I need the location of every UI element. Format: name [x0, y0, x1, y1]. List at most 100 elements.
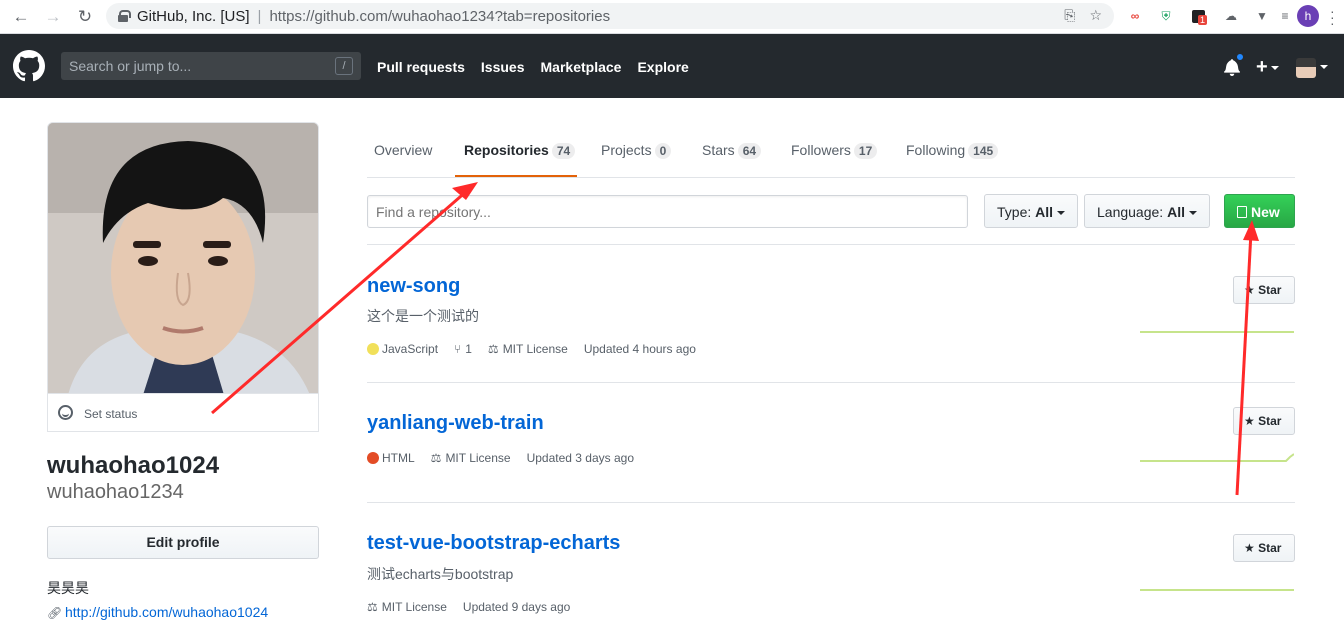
repo-meta: HTML ⚖ MIT License Updated 3 days ago	[367, 451, 650, 465]
back-arrow-icon[interactable]: ←	[10, 6, 32, 28]
profile-website: 🔗︎ http://github.com/wuhaohao1024	[47, 604, 268, 620]
tab-count: 145	[968, 143, 999, 159]
extension-infinity-icon[interactable]: ∞	[1125, 6, 1145, 26]
avatar-caret-icon	[1320, 65, 1328, 69]
search-placeholder: Search or jump to...	[69, 58, 192, 74]
divider	[367, 502, 1295, 503]
url-text[interactable]: https://github.com/wuhaohao1234?tab=repo…	[269, 8, 610, 25]
repo-license: ⚖ MIT License	[431, 451, 511, 465]
address-bar[interactable]: GitHub, Inc. [US] | https://github.com/w…	[106, 3, 1114, 29]
fork-icon: ⑂	[454, 342, 462, 356]
link-icon: 🔗︎	[47, 606, 63, 620]
language-filter-dropdown[interactable]: Language: All	[1084, 194, 1210, 228]
language-color-dot	[367, 343, 379, 355]
star-label: Star	[1258, 283, 1282, 297]
profile-username: wuhaohao1234	[47, 481, 184, 503]
github-search-input[interactable]: Search or jump to... /	[61, 52, 361, 80]
site-identity: GitHub, Inc. [US]	[137, 7, 250, 25]
caret-down-icon	[1057, 211, 1066, 216]
find-repository-input[interactable]	[367, 195, 968, 228]
license-label: MIT License	[381, 600, 447, 614]
activity-sparkline	[1140, 453, 1294, 462]
tab-count: 17	[853, 143, 878, 159]
tab-label: Stars	[702, 142, 735, 158]
profile-tabs: Overview Repositories 74 Projects 0 Stars 6…	[367, 123, 1295, 178]
repo-updated: Updated 9 days ago	[462, 600, 571, 614]
star-button[interactable]: ★ Star	[1233, 407, 1295, 435]
caret-down-icon	[1270, 65, 1279, 70]
profile-avatar[interactable]	[47, 122, 319, 394]
repo-language: JavaScript	[367, 342, 438, 356]
nav-issues[interactable]: Issues	[481, 59, 525, 75]
translate-icon[interactable]: ⎘	[1064, 7, 1075, 24]
set-status-button[interactable]: Set status	[47, 393, 319, 432]
github-header: Search or jump to... / Pull requests Iss…	[0, 34, 1344, 98]
profile-website-link[interactable]: http://github.com/wuhaohao1024	[65, 604, 268, 620]
extension-v-icon[interactable]: ▼	[1252, 6, 1272, 26]
law-scale-icon: ⚖	[367, 600, 378, 614]
create-new-menu[interactable]: +	[1256, 56, 1279, 79]
tab-count: 74	[551, 143, 576, 159]
slash-shortcut-key: /	[335, 57, 353, 75]
active-tab-indicator	[455, 175, 577, 177]
browser-toolbar: ← → ↻ GitHub, Inc. [US] | https://github…	[0, 0, 1344, 34]
nav-marketplace[interactable]: Marketplace	[541, 59, 622, 75]
repo-book-icon	[1237, 206, 1247, 218]
edit-profile-button[interactable]: Edit profile	[47, 526, 319, 559]
tab-label: Repositories	[464, 142, 549, 158]
extension-shield-icon[interactable]: ⛨	[1156, 6, 1176, 26]
github-logo-icon[interactable]	[13, 50, 45, 82]
star-label: Star	[1258, 541, 1282, 555]
type-filter-value: All	[1035, 204, 1054, 220]
tab-projects[interactable]: Projects 0	[601, 142, 672, 159]
star-button[interactable]: ★ Star	[1233, 276, 1295, 304]
browser-profile-avatar[interactable]: h	[1297, 5, 1319, 27]
repo-meta: ⚖ MIT License Updated 9 days ago	[367, 600, 586, 614]
notification-dot	[1235, 52, 1245, 62]
tab-following[interactable]: Following 145	[906, 142, 999, 159]
bookmark-star-icon[interactable]: ☆	[1089, 7, 1102, 24]
forward-arrow-icon[interactable]: →	[42, 6, 64, 28]
repo-name-link[interactable]: test-vue-bootstrap-echarts	[367, 532, 620, 555]
reload-icon[interactable]: ↻	[74, 6, 96, 28]
divider	[367, 244, 1295, 245]
new-button-label: New	[1251, 204, 1280, 220]
nav-pull-requests[interactable]: Pull requests	[377, 59, 465, 75]
nav-explore[interactable]: Explore	[637, 59, 688, 75]
extension-badge-icon[interactable]: 1	[1188, 6, 1208, 26]
repo-license: ⚖ MIT License	[488, 342, 568, 356]
language-label: JavaScript	[382, 342, 439, 356]
type-filter-dropdown[interactable]: Type: All	[984, 194, 1079, 228]
address-separator: |	[257, 7, 262, 25]
tab-count: 0	[654, 143, 672, 159]
language-filter-value: All	[1167, 204, 1185, 220]
fork-count: 1	[465, 342, 472, 356]
cloud-download-icon[interactable]: ☁	[1221, 6, 1241, 26]
repo-updated: Updated 4 hours ago	[583, 342, 696, 356]
header-nav: Pull requests Issues Marketplace Explore	[377, 59, 689, 75]
new-repository-button[interactable]: New	[1224, 194, 1295, 228]
language-color-dot	[367, 452, 379, 464]
star-icon: ★	[1244, 541, 1255, 555]
profile-photo	[48, 123, 318, 393]
language-label: HTML	[382, 451, 415, 465]
plus-icon: +	[1256, 56, 1268, 78]
repo-meta: JavaScript ⑂ 1 ⚖ MIT License Updated 4 hou…	[367, 342, 712, 356]
tab-stars[interactable]: Stars 64	[702, 142, 762, 159]
star-icon: ★	[1244, 283, 1255, 297]
star-button[interactable]: ★ Star	[1233, 534, 1295, 562]
extension-menu-icon[interactable]: ≡	[1275, 6, 1295, 26]
license-label: MIT License	[502, 342, 568, 356]
browser-menu-icon[interactable]: · · ·	[1330, 4, 1335, 30]
tab-followers[interactable]: Followers 17	[791, 142, 878, 159]
repo-name-link[interactable]: new-song	[367, 275, 460, 298]
repo-description: 这个是一个测试的	[367, 308, 479, 324]
tab-repositories[interactable]: Repositories 74	[464, 142, 576, 159]
repo-name-link[interactable]: yanliang-web-train	[367, 412, 544, 435]
repo-forks[interactable]: ⑂ 1	[454, 342, 472, 356]
star-label: Star	[1258, 414, 1282, 428]
tab-label: Following	[906, 142, 966, 158]
user-avatar-menu[interactable]	[1296, 58, 1316, 78]
tab-overview[interactable]: Overview	[374, 142, 432, 158]
repo-language: HTML	[367, 451, 415, 465]
